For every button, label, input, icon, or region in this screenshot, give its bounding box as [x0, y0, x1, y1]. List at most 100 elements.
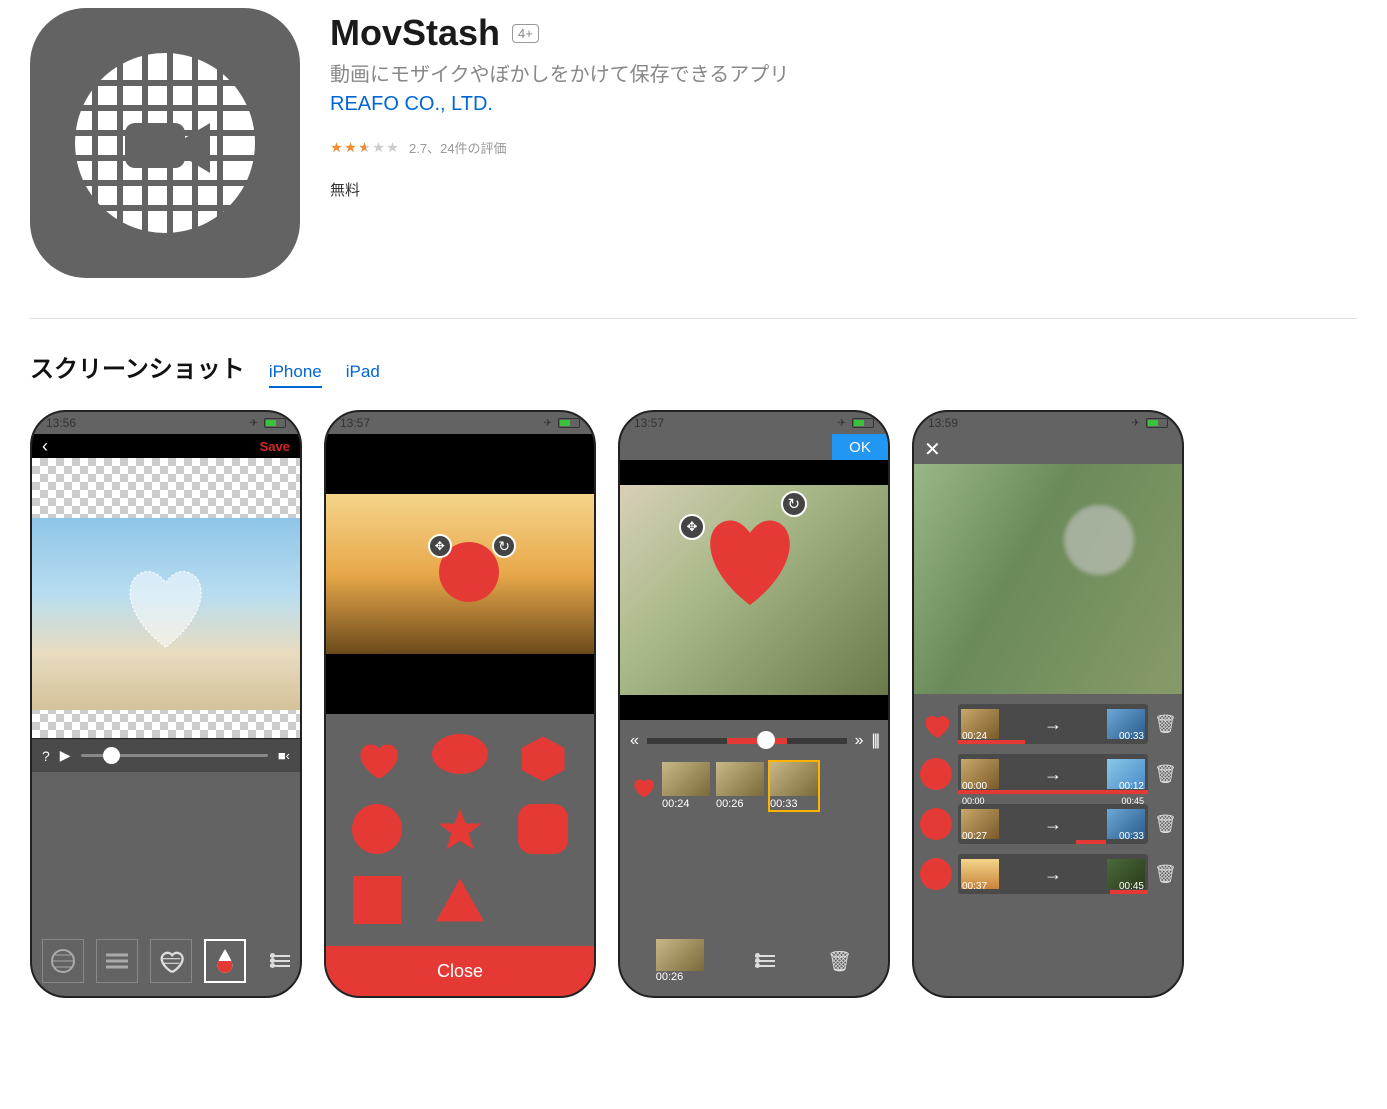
circle-icon	[920, 858, 952, 890]
tool-circle[interactable]	[42, 939, 84, 983]
airplane-icon: ✈	[544, 418, 552, 429]
layer-row: 00:00 → 00:12 00:00 00:45 🗑	[920, 754, 1176, 794]
shape-triangle[interactable]	[433, 876, 487, 924]
app-header: MovStash 4+ 動画にモザイクやぼかしをかけて保存できるアプリ REAF…	[30, 0, 1357, 319]
shape-circle[interactable]	[352, 804, 402, 854]
camera-icon[interactable]: ■‹	[278, 748, 290, 763]
layer-segment[interactable]: 00:37 → 00:45	[958, 854, 1148, 894]
status-time: 13:59	[928, 416, 958, 430]
layer-row: 00:37 → 00:45 🗑	[920, 854, 1176, 894]
screenshot-4[interactable]: 13:59 ✈ ✕ 00:24 → 00:33 🗑	[912, 410, 1184, 998]
shape-heart[interactable]	[351, 734, 403, 780]
play-icon[interactable]: ▶	[60, 747, 71, 764]
arrow-icon: →	[1002, 864, 1104, 885]
move-handle-icon[interactable]: ✥	[428, 534, 452, 558]
screenshot-2[interactable]: 13:57 ✈ ✥ ↻ Close	[324, 410, 596, 998]
preview-image	[32, 518, 300, 710]
rotate-handle-icon[interactable]: ↻	[492, 534, 516, 558]
shape-picker	[326, 714, 594, 946]
circle-icon	[920, 808, 952, 840]
battery-icon	[1146, 418, 1168, 428]
heart-icon	[630, 774, 656, 798]
preview-image	[914, 464, 1182, 694]
trash-icon[interactable]: 🗑	[1154, 864, 1176, 885]
trash-icon[interactable]: 🗑	[1154, 714, 1176, 735]
airplane-icon: ✈	[838, 418, 846, 429]
close-icon[interactable]: ✕	[924, 437, 941, 462]
sliders-icon[interactable]	[270, 955, 290, 967]
status-bar: 13:57 ✈	[620, 412, 888, 434]
airplane-icon: ✈	[250, 418, 258, 429]
app-icon	[30, 8, 300, 278]
arrow-icon: →	[1002, 814, 1104, 835]
screenshot-1[interactable]: 13:56 ✈ ‹ Save ? ▶ ■‹	[30, 410, 302, 998]
screenshot-3[interactable]: 13:57 ✈ OK ✥ ↻ « » ||| 00:24 00:26	[618, 410, 890, 998]
tool-heart[interactable]	[150, 939, 192, 983]
screenshots-row[interactable]: 13:56 ✈ ‹ Save ? ▶ ■‹	[30, 410, 1357, 998]
help-button[interactable]: ?	[42, 748, 50, 764]
trash-icon[interactable]: 🗑	[827, 949, 852, 974]
airplane-icon: ✈	[1132, 418, 1140, 429]
status-time: 13:57	[634, 416, 664, 430]
topbar: ✕	[914, 434, 1182, 464]
app-title: MovStash	[330, 12, 500, 54]
playback-bar: ? ▶ ■‹	[32, 738, 300, 772]
canvas-area: ✥ ↻	[620, 460, 888, 720]
shape-square[interactable]	[353, 876, 401, 924]
keyframe[interactable]: 00:33	[770, 762, 818, 810]
canvas-area: ✥ ↻	[326, 434, 594, 714]
keyframe[interactable]: 00:26	[716, 762, 764, 810]
shape-star[interactable]	[434, 804, 486, 856]
keyframe-row: 00:24 00:26 00:33	[630, 762, 878, 810]
trash-icon[interactable]: 🗑	[1154, 814, 1176, 835]
layer-row: 00:27 → 00:33 🗑	[920, 804, 1176, 844]
bottom-bar: 00:26 🗑	[620, 926, 888, 996]
blur-mask	[1064, 505, 1134, 575]
layer-segment[interactable]: 00:00 → 00:12 00:00 00:45	[958, 754, 1148, 794]
scrubber[interactable]	[647, 738, 847, 744]
rewind-icon[interactable]: «	[630, 732, 639, 750]
topbar: OK	[620, 434, 888, 460]
sliders-icon[interactable]	[755, 955, 775, 967]
layer-segment[interactable]: 00:27 → 00:33	[958, 804, 1148, 844]
battery-icon	[264, 418, 286, 428]
preview-image: ✥ ↻	[326, 494, 594, 654]
shape-hexagon[interactable]	[518, 734, 568, 784]
trash-icon[interactable]: 🗑	[1154, 764, 1176, 785]
forward-icon[interactable]: »	[855, 732, 864, 750]
app-price: 無料	[330, 179, 1357, 200]
layer-row: 00:24 → 00:33 🗑	[920, 704, 1176, 744]
scrubber[interactable]	[81, 754, 268, 757]
keyframe[interactable]: 00:24	[662, 762, 710, 810]
editor-topbar: ‹ Save	[32, 434, 300, 458]
tab-ipad[interactable]: iPad	[346, 362, 380, 386]
close-button[interactable]: Close	[326, 946, 594, 996]
screenshots-title: スクリーンショット	[30, 349, 245, 384]
ok-button[interactable]: OK	[832, 434, 888, 460]
rating-value: 2.7	[409, 141, 427, 156]
star-rating	[330, 141, 399, 154]
shape-ellipse[interactable]	[432, 734, 488, 774]
screenshots-header: スクリーンショット iPhone iPad	[30, 349, 1357, 388]
back-icon[interactable]: ‹	[42, 436, 48, 457]
developer-link[interactable]: REAFO CO., LTD.	[330, 93, 1357, 116]
heart-icon	[920, 708, 952, 740]
shape-rounded[interactable]	[518, 804, 568, 854]
status-time: 13:56	[46, 416, 76, 430]
tool-lines[interactable]	[96, 939, 138, 983]
layer-segment[interactable]: 00:24 → 00:33	[958, 704, 1148, 744]
app-info: MovStash 4+ 動画にモザイクやぼかしをかけて保存できるアプリ REAF…	[330, 8, 1357, 278]
timeline: « » ||| 00:24 00:26 00:33	[620, 720, 888, 816]
save-button[interactable]: Save	[260, 439, 290, 454]
status-time: 13:57	[340, 416, 370, 430]
status-bar: 13:59 ✈	[914, 412, 1182, 434]
tool-drop[interactable]	[204, 939, 246, 983]
app-subtitle: 動画にモザイクやぼかしをかけて保存できるアプリ	[330, 58, 1357, 87]
clip-thumb[interactable]: 00:26	[656, 939, 704, 983]
tab-iphone[interactable]: iPhone	[269, 362, 322, 388]
rotate-handle-icon[interactable]: ↻	[781, 491, 807, 517]
status-bar: 13:57 ✈	[326, 412, 594, 434]
bars-icon[interactable]: |||	[872, 732, 878, 750]
preview-image: ✥ ↻	[620, 485, 888, 695]
status-bar: 13:56 ✈	[32, 412, 300, 434]
